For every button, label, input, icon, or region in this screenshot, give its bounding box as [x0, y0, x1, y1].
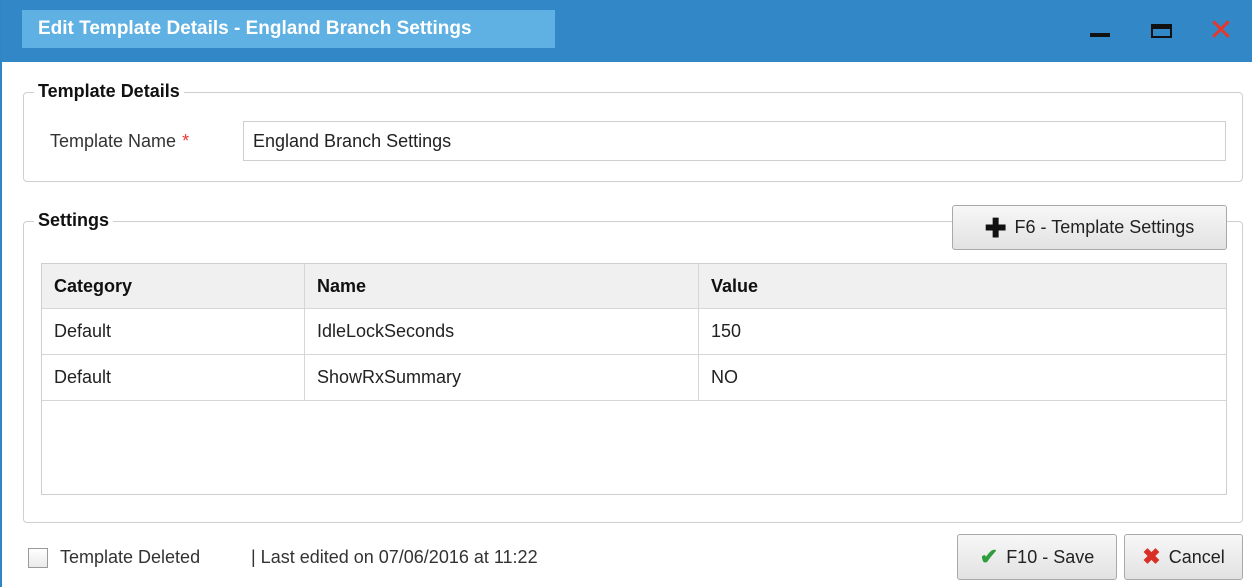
minimize-icon[interactable] [1086, 17, 1114, 45]
cell-name: IdleLockSeconds [305, 309, 699, 354]
cancel-button-label: Cancel [1168, 546, 1225, 567]
last-edited-text: | Last edited on 07/06/2016 at 11:22 [251, 547, 538, 567]
template-deleted-checkbox[interactable] [28, 548, 48, 568]
column-header-category[interactable]: Category [42, 264, 305, 308]
template-deleted-label: Template Deleted [60, 547, 201, 567]
template-name-label: Template Name * [50, 131, 189, 152]
x-icon: ✖ [1142, 544, 1161, 569]
maximize-icon[interactable] [1148, 17, 1176, 45]
table-header: Category Name Value [42, 264, 1226, 309]
cell-name: ShowRxSummary [305, 355, 699, 400]
cell-category: Default [42, 355, 305, 400]
template-name-input[interactable] [243, 121, 1226, 161]
settings-group: Settings ✚ F6 - Template Settings Catego… [23, 205, 1243, 523]
cell-value: 150 [711, 321, 742, 341]
save-button[interactable]: ✔ F10 - Save [957, 534, 1117, 580]
table-row[interactable]: Default IdleLockSeconds 150 [42, 309, 1226, 355]
close-icon[interactable]: ✕ [1207, 16, 1235, 46]
cell-category: Default [42, 309, 305, 354]
column-header-value[interactable]: Value [699, 264, 1226, 308]
required-asterisk: * [182, 131, 190, 151]
plus-icon: ✚ [984, 212, 1007, 243]
settings-legend: Settings [34, 210, 114, 231]
window-title: Edit Template Details - England Branch S… [22, 10, 555, 48]
settings-table: Category Name Value Default IdleLockSeco… [41, 263, 1227, 495]
checkmark-icon: ✔ [979, 544, 999, 569]
table-row[interactable]: Default ShowRxSummary NO [42, 355, 1226, 401]
template-settings-button-label: F6 - Template Settings [1014, 217, 1195, 237]
cell-value: NO [711, 367, 738, 387]
edit-template-window: Edit Template Details - England Branch S… [0, 0, 1252, 587]
template-details-group: Template Details Template Name * [23, 81, 1243, 182]
template-settings-button[interactable]: ✚ F6 - Template Settings [952, 205, 1227, 250]
template-details-legend: Template Details [34, 81, 184, 102]
cancel-button[interactable]: ✖ Cancel [1124, 534, 1243, 580]
template-name-label-text: Template Name [50, 131, 177, 151]
save-button-label: F10 - Save [1006, 546, 1095, 567]
column-header-name[interactable]: Name [305, 264, 699, 308]
title-bar[interactable]: Edit Template Details - England Branch S… [2, 0, 1252, 62]
